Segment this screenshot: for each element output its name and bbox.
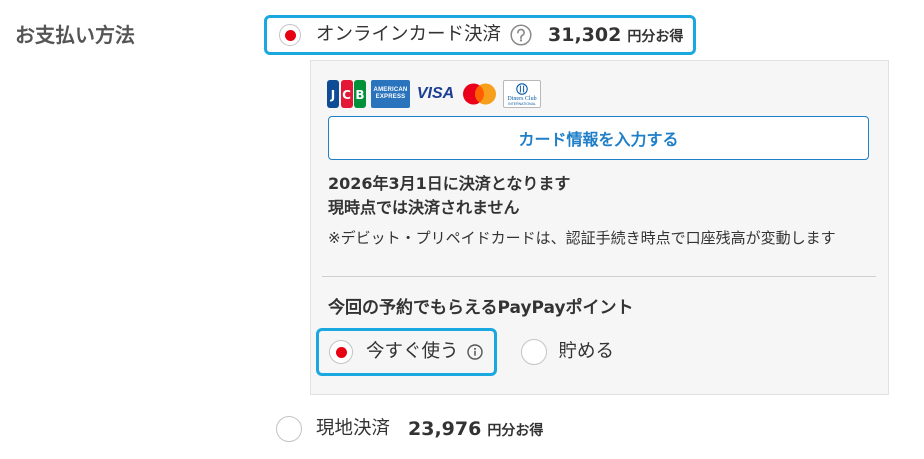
paypay-points-options: 今すぐ使う 貯める <box>316 328 614 376</box>
not-charged-note: 現時点では決済されません <box>328 198 520 217</box>
jcb-logo-icon: J C B <box>327 80 366 108</box>
onsite-label: 現地決済 <box>316 418 391 439</box>
debit-card-note: ※デビット・プリペイドカードは、認証手続き時点で口座残高が変動します <box>328 229 836 247</box>
payment-option-onsite[interactable]: 現地決済 23,976 円分お得 <box>276 416 543 442</box>
amex-logo-line-2: EXPRESS <box>375 94 406 100</box>
points-option-use-now[interactable]: 今すぐ使う <box>329 340 483 364</box>
save-points-radio[interactable] <box>520 339 547 365</box>
online-card-savings: 31,302 円分お得 <box>548 23 683 47</box>
amex-logo-line-1: AMERICAN <box>373 87 408 93</box>
savings-amount: 31,302 <box>548 24 622 46</box>
diners-emblem <box>516 83 528 95</box>
amex-logo-icon: AMERICAN EXPRESS <box>371 80 410 108</box>
onsite-savings: 23,976 円分お得 <box>408 417 543 441</box>
diners-logo-line-2: INTERNATIONAL <box>508 102 536 106</box>
highlight-box-use-now: 今すぐ使う <box>316 328 497 376</box>
visa-logo-icon: VISA <box>416 85 455 102</box>
savings-amount: 23,976 <box>408 418 482 440</box>
diners-club-logo-icon: Diners Club INTERNATIONAL <box>503 80 541 108</box>
use-now-radio[interactable] <box>329 340 353 364</box>
savings-unit: 円分お得 <box>487 423 544 439</box>
info-circle-icon[interactable] <box>466 344 483 360</box>
panel-divider <box>322 276 876 277</box>
card-brand-logos: J C B AMERICAN EXPRESS VISA Diners Club <box>327 80 541 108</box>
jcb-letter-c: C <box>340 80 353 108</box>
savings-unit: 円分お得 <box>627 29 684 45</box>
highlight-box-online-card: オンラインカード決済 31,302 円分お得 <box>264 15 697 55</box>
points-option-save[interactable]: 貯める <box>520 339 615 365</box>
charge-date-note: 2026年3月1日に決済となります <box>328 174 571 193</box>
payment-option-online-card[interactable]: オンラインカード決済 31,302 円分お得 <box>279 23 683 47</box>
radio-dot <box>284 29 296 41</box>
payment-method-label: お支払い方法 <box>15 23 135 47</box>
mastercard-logo-icon <box>462 80 497 108</box>
radio-dot <box>335 346 347 358</box>
enter-card-info-button[interactable]: カード情報を入力する <box>328 116 869 160</box>
question-circle-icon[interactable] <box>510 24 532 46</box>
paypay-points-heading: 今回の予約でもらえるPayPayポイント <box>328 298 634 318</box>
jcb-letter-j: J <box>327 80 339 108</box>
use-now-label: 今すぐ使う <box>366 341 459 362</box>
card-payment-panel: J C B AMERICAN EXPRESS VISA Diners Club <box>310 60 889 395</box>
save-points-label: 貯める <box>558 341 615 362</box>
onsite-radio[interactable] <box>276 416 302 442</box>
online-card-radio[interactable] <box>279 24 301 46</box>
jcb-letter-b: B <box>354 80 366 108</box>
online-card-label: オンラインカード決済 <box>316 24 502 45</box>
